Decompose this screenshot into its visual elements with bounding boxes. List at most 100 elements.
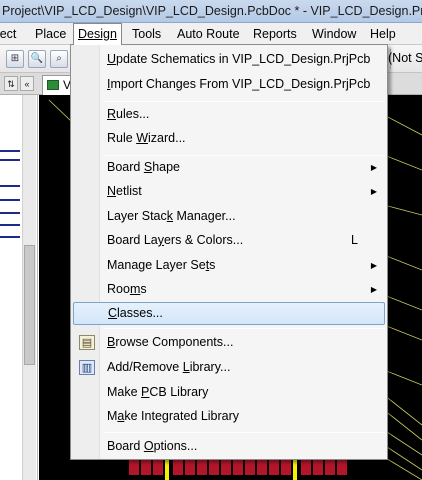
pcb-pad [301,459,311,475]
sort-icon[interactable]: ⇅ [4,76,18,91]
menu-separator [103,328,385,329]
menu-place[interactable]: Place [31,24,70,44]
item-accel: L [182,360,190,374]
zoom-select-icon[interactable]: ⌕ [50,50,68,68]
item-text-post: CB Library [149,385,209,399]
panel-trace [0,224,20,226]
left-panel [0,95,38,480]
pcb-track [165,457,169,480]
pcb-pad [141,459,151,475]
item-text-post: rowse Components... [115,335,234,349]
item-text-post: hape [152,160,180,174]
item-text-pre: Layer Stac [107,209,167,223]
menu-add-remove-library[interactable]: ▥ Add/Remove Library... [73,356,385,379]
panel-scrollbar[interactable] [22,95,36,480]
scrollbar-thumb[interactable] [24,245,35,365]
menu-design-label: Design [78,27,117,41]
item-text-pre: Roo [107,282,130,296]
item-text-pre: Board [107,160,144,174]
pin-icon[interactable]: « [20,76,34,91]
menu-update-schematics[interactable]: Update Schematics in VIP_LCD_Design.PrjP… [73,48,385,71]
menu-separator [103,432,385,433]
item-text-pre: Board La [107,233,158,247]
zoom-area-icon[interactable]: 🔍 [28,50,46,68]
menu-project[interactable]: oject [0,24,20,44]
item-text-post: Manager... [173,209,236,223]
item-text-post: ptions... [153,439,198,453]
item-text-post: ibrary... [189,360,231,374]
pcb-pad [173,459,183,475]
menu-board-shape[interactable]: Board Shape ▶ [73,156,385,179]
pcb-pad [269,459,279,475]
pad-row-bottom [129,457,347,480]
window-title-bar: Project\VIP_LCD_Design\VIP_LCD_Design.Pc… [0,0,422,23]
item-text-post: lasses... [117,306,163,320]
design-menu-dropdown: Update Schematics in VIP_LCD_Design.PrjP… [70,44,388,460]
menu-import-changes[interactable]: Import Changes From VIP_LCD_Design.PrjPc… [73,73,385,96]
item-text-pre: Add/Remove [107,360,183,374]
item-text-post: mport Changes From VIP_LCD_Design.PrjPcb [110,77,371,91]
menu-browse-components[interactable]: ▤ Browse Components... [73,331,385,354]
item-accel: R [107,107,117,121]
submenu-arrow-icon: ▶ [370,163,377,172]
menu-separator [103,101,385,102]
submenu-arrow-icon: ▶ [370,187,377,196]
item-text-post: s [209,258,216,272]
item-text-post: etlist [116,184,142,198]
menu-rule-wizard[interactable]: Rule Wizard... [73,127,385,150]
menu-make-integrated-library[interactable]: Make Integrated Library [73,405,385,428]
shortcut-key: L [351,233,358,247]
menu-classes[interactable]: Classes... [73,302,385,325]
pcb-pad [197,459,207,475]
menu-auto-route[interactable]: Auto Route [173,24,244,44]
item-accel: N [107,184,117,198]
menu-bar: oject Place Design Tools Auto Route Repo… [0,23,422,45]
item-text-pre: Manage Layer Se [107,258,206,272]
pcb-pad [325,459,335,475]
item-text-post: ke Integrated Library [124,409,240,423]
menu-board-options[interactable]: Board Options... [73,435,385,458]
window-title: Project\VIP_LCD_Design\VIP_LCD_Design.Pc… [2,4,422,18]
pcb-document-icon [47,80,59,90]
menu-rooms[interactable]: Rooms ▶ [73,278,385,301]
browse-components-icon: ▤ [79,335,95,350]
item-text-post: ers & Colors... [163,233,244,247]
menu-tools[interactable]: Tools [128,24,165,44]
pcb-pad [313,459,323,475]
menu-board-layers-colors[interactable]: Board Layers & Colors... L [73,229,385,252]
item-accel: S [143,160,153,174]
menu-make-pcb-library[interactable]: Make PCB Library [73,381,385,404]
menu-help[interactable]: Help [366,24,400,44]
menu-layer-stack-manager[interactable]: Layer Stack Manager... [73,205,385,228]
item-text-pre: Rule [107,131,137,145]
panel-trace [0,150,20,152]
pcb-pad [257,459,267,475]
item-text-post: s [140,282,147,296]
menu-reports[interactable]: Reports [249,24,301,44]
pcb-pad [233,459,243,475]
menu-window[interactable]: Window [308,24,360,44]
pcb-pad [153,459,163,475]
add-remove-library-icon: ▥ [79,360,95,375]
submenu-arrow-icon: ▶ [370,285,377,294]
toolbar-status-text: (Not Sa [388,51,422,65]
item-accel: O [143,439,154,453]
pcb-track [293,457,297,480]
pcb-pad [129,459,139,475]
panel-trace [0,159,20,161]
item-text-post: pdate Schematics in VIP_LCD_Design.PrjPc… [116,52,371,66]
item-text-pre: Make [107,385,142,399]
menu-netlist[interactable]: Netlist ▶ [73,180,385,203]
item-accel: m [129,282,141,296]
pcb-pad [185,459,195,475]
pcb-pad [209,459,219,475]
zoom-fit-icon[interactable]: ⊞ [6,50,24,68]
menu-rules[interactable]: Rules... [73,103,385,126]
menu-manage-layer-sets[interactable]: Manage Layer Sets ▶ [73,254,385,277]
panel-trace [0,199,20,201]
item-accel: U [107,52,117,66]
submenu-arrow-icon: ▶ [370,261,377,270]
pcb-pad [245,459,255,475]
panel-trace [0,212,20,214]
menu-design[interactable]: Design [73,23,122,45]
